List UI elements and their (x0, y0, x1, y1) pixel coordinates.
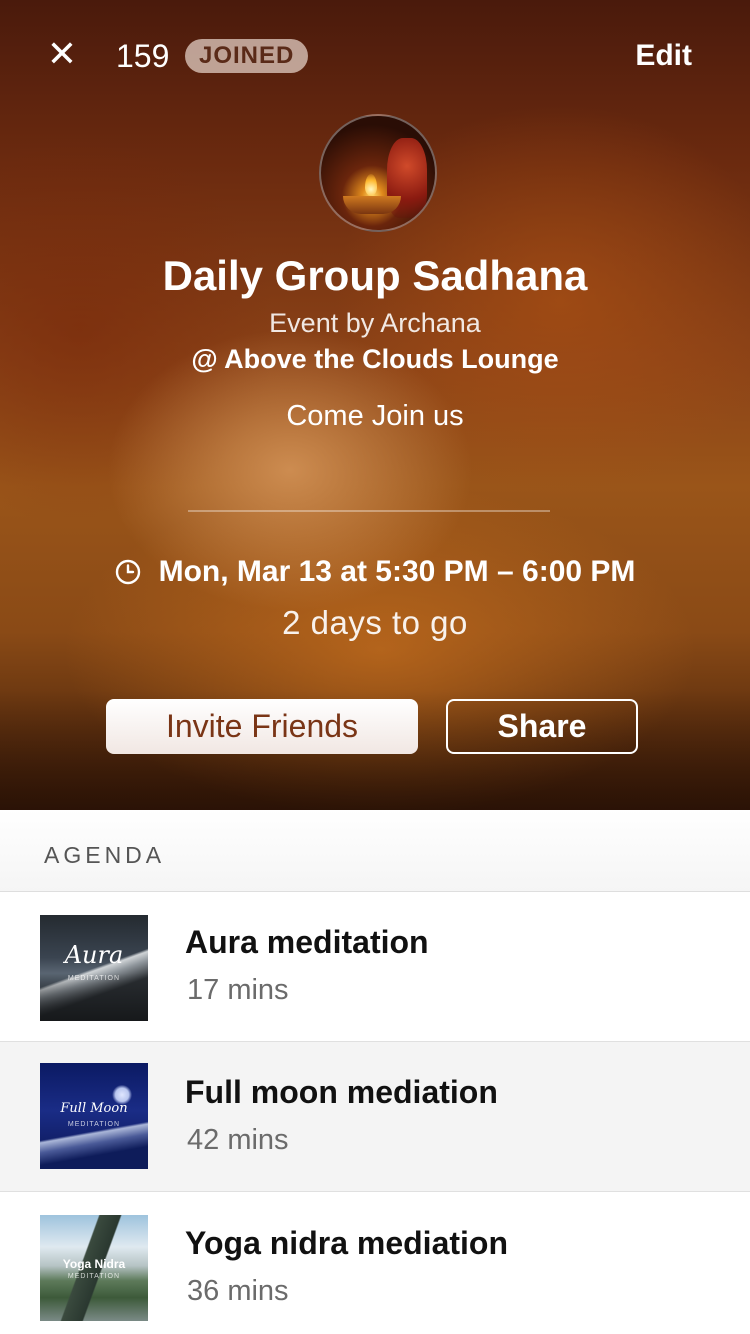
edit-button[interactable]: Edit (635, 36, 692, 76)
agenda-item-duration: 17 mins (187, 974, 289, 1006)
agenda-item-full-moon[interactable]: Full Moon MEDITATION Full moon mediation… (0, 1042, 750, 1192)
agenda-item-duration: 36 mins (187, 1275, 289, 1307)
event-datetime-row: Mon, Mar 13 at 5:30 PM – 6:00 PM (0, 552, 750, 592)
clock-icon (115, 559, 141, 585)
thumbnail-subtitle: MEDITATION (67, 1121, 121, 1128)
agenda-thumbnail: Yoga Nidra MEDITATION (40, 1215, 148, 1321)
agenda-item-title: Yoga nidra mediation (185, 1225, 508, 1261)
thumbnail-subtitle: MEDITATION (67, 1273, 121, 1280)
member-count: 159 (116, 38, 170, 74)
agenda-item-title: Full moon mediation (185, 1074, 498, 1110)
thumbnail-title: Yoga Nidra (62, 1257, 126, 1271)
thumbnail-title: Aura (64, 941, 124, 969)
invite-friends-button[interactable]: Invite Friends (106, 699, 418, 754)
agenda-item-duration: 42 mins (187, 1124, 289, 1156)
agenda-heading: AGENDA (44, 842, 166, 868)
event-organizer: Event by Archana (269, 308, 481, 338)
event-location[interactable]: @ Above the Clouds Lounge (0, 342, 750, 376)
event-avatar (319, 114, 437, 232)
avatar-flame-graphic (365, 174, 377, 196)
agenda-thumbnail: Full Moon MEDITATION (40, 1063, 148, 1169)
event-hero: ✕ 159 JOINED Edit Daily Group Sadhana Ev… (0, 0, 750, 810)
joined-badge: JOINED (185, 39, 309, 73)
event-countdown: 2 days to go (282, 604, 468, 641)
share-button[interactable]: Share (446, 699, 638, 754)
agenda-thumbnail: Aura MEDITATION (40, 915, 148, 1021)
divider (188, 510, 550, 512)
close-button[interactable]: ✕ (42, 34, 82, 74)
close-icon: ✕ (46, 33, 78, 74)
agenda-header: AGENDA (0, 810, 750, 892)
thumbnail-title: Full Moon (60, 1101, 128, 1116)
avatar-lamp-graphic (343, 196, 401, 214)
event-description: Come Join us (286, 400, 464, 432)
agenda-item-yoga-nidra[interactable]: Yoga Nidra MEDITATION Yoga nidra mediati… (0, 1193, 750, 1334)
event-title: Daily Group Sadhana (162, 252, 588, 299)
thumbnail-subtitle: MEDITATION (67, 975, 121, 982)
agenda-item-aura[interactable]: Aura MEDITATION Aura meditation 17 mins (0, 892, 750, 1042)
agenda-item-title: Aura meditation (185, 924, 429, 960)
event-datetime: Mon, Mar 13 at 5:30 PM – 6:00 PM (158, 555, 636, 588)
